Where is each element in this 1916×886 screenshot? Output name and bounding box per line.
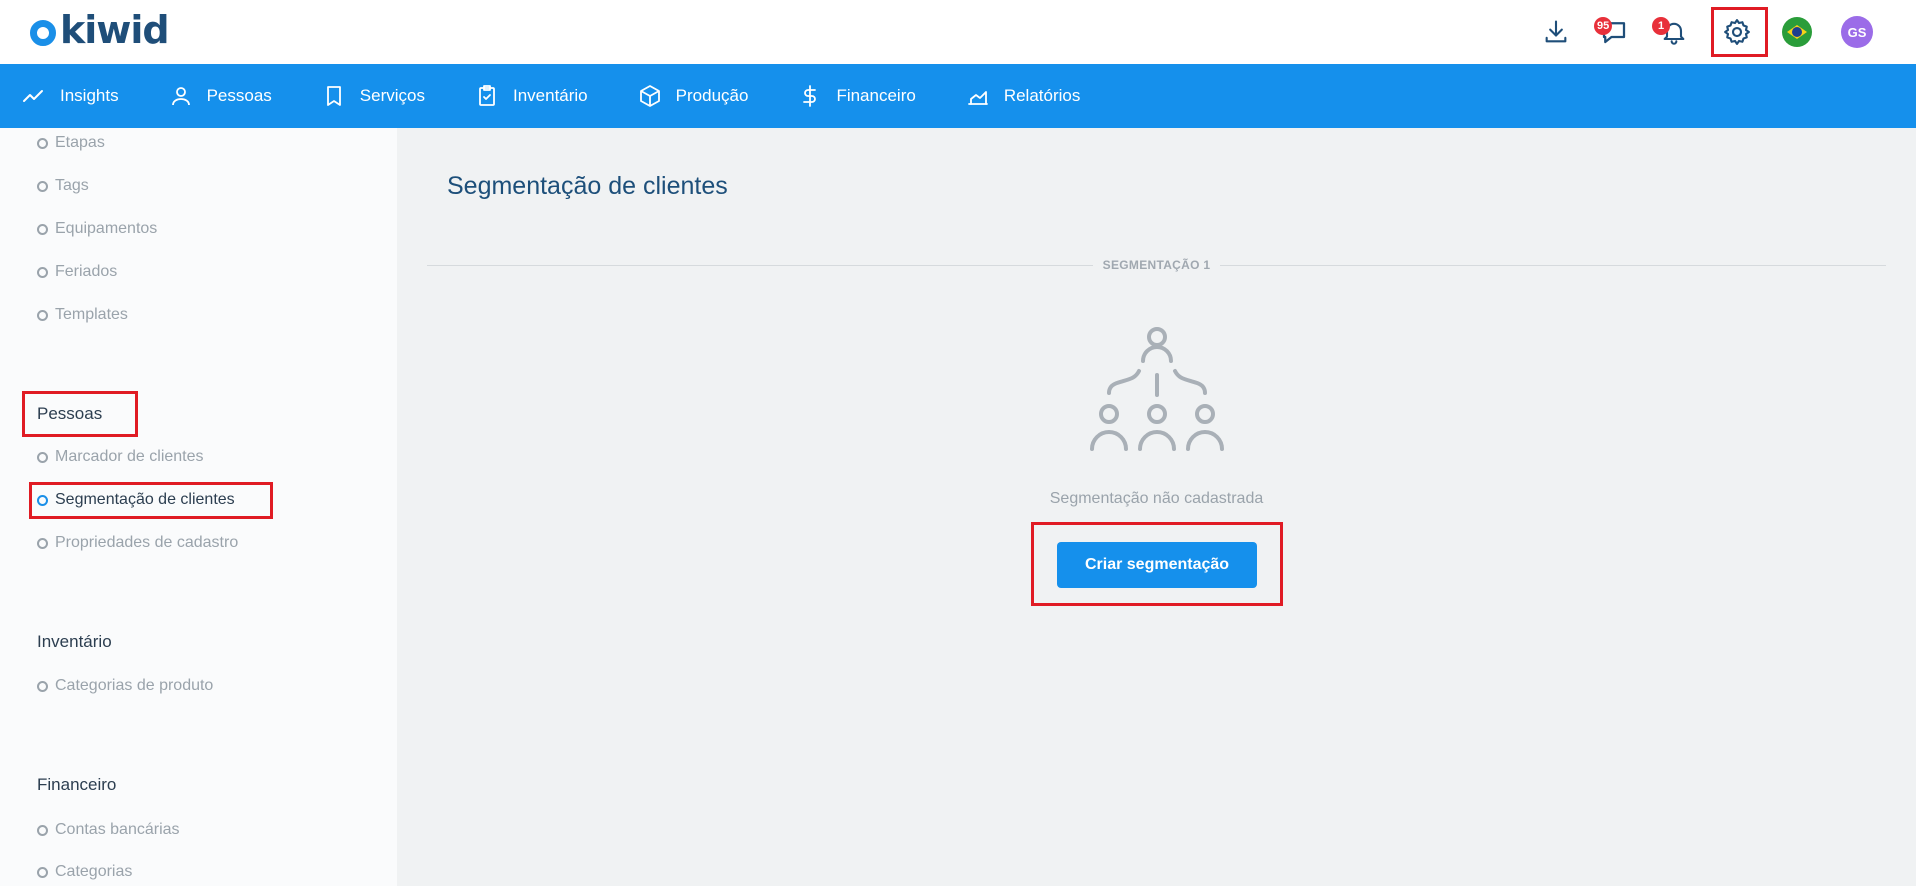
bullet-icon (37, 537, 48, 549)
sidebar-item-label: Feriados (55, 263, 118, 280)
sidebar-item-tags[interactable]: Tags (37, 175, 89, 197)
highlight-segmentacao (29, 482, 273, 519)
sidebar-item-templates[interactable]: Templates (37, 304, 128, 326)
nav-label: Serviços (359, 86, 425, 105)
nav-label: Pessoas (206, 86, 272, 105)
nav-item-relatorios[interactable]: Relatórios (966, 64, 1081, 128)
box-icon (639, 85, 660, 107)
sidebar-item-label: Templates (55, 306, 128, 323)
sidebar-item-label: Tags (55, 177, 89, 194)
bullet-icon (37, 266, 48, 278)
bullet-icon (37, 680, 48, 692)
highlight-pessoas (22, 391, 138, 437)
bullet-icon (37, 866, 48, 878)
nav-label: Financeiro (836, 86, 916, 105)
sidebar-item-label: Etapas (55, 134, 105, 151)
avatar-initials: GS (1841, 16, 1873, 48)
sidebar-item-contas-bancarias[interactable]: Contas bancárias (37, 819, 180, 841)
sidebar-item-feriados[interactable]: Feriados (37, 261, 117, 283)
sidebar-item-label: Propriedades de cadastro (55, 534, 239, 551)
sidebar-item-equipamentos[interactable]: Equipamentos (37, 218, 157, 240)
sidebar-item-etapas[interactable]: Etapas (37, 132, 105, 154)
divider-label: SEGMENTAÇÃO 1 (397, 256, 1916, 274)
bullet-icon (37, 451, 48, 463)
nav-label: Produção (675, 86, 749, 105)
kiwid-logo[interactable]: kiwid (30, 8, 170, 52)
sidebar-item-label: Contas bancárias (55, 821, 180, 838)
sidebar-item-categorias-de-produto[interactable]: Categorias de produto (37, 675, 213, 697)
download-icon[interactable] (1538, 14, 1574, 50)
chart-icon (967, 91, 988, 105)
sidebar-heading-financeiro: Financeiro (37, 775, 117, 794)
sidebar-heading-inventario: Inventário (37, 632, 112, 651)
nav-item-servicos[interactable]: Serviços (322, 64, 425, 128)
bookmark-icon (326, 86, 341, 106)
top-bar: kiwid 95 1 GS (0, 0, 1916, 64)
flag-brazil-icon[interactable] (1779, 14, 1815, 50)
sidebar-item-label: Categorias de produto (55, 677, 214, 694)
avatar[interactable]: GS (1839, 14, 1875, 50)
sidebar-item-categorias[interactable]: Categorias (37, 861, 132, 883)
nav-label: Insights (60, 86, 119, 105)
hierarchy-icon (1087, 323, 1227, 468)
sidebar-item-propriedades-de-cadastro[interactable]: Propriedades de cadastro (37, 532, 238, 554)
nav-item-financeiro[interactable]: Financeiro (798, 64, 916, 128)
divider-label-text: SEGMENTAÇÃO 1 (1092, 258, 1221, 272)
sidebar-item-label: Marcador de clientes (55, 448, 204, 465)
logo-mark (30, 20, 56, 46)
empty-state-message: Segmentação não cadastrada (1049, 490, 1264, 507)
bullet-icon (37, 824, 48, 836)
nav-item-insights[interactable]: Insights (22, 64, 119, 128)
highlight-settings (1711, 7, 1768, 57)
bullet-icon (37, 137, 48, 149)
main-content: Segmentação de clientes SEGMENTAÇÃO 1 Se… (397, 128, 1916, 886)
bell-badge: 1 (1652, 17, 1670, 35)
sidebar-item-label: Categorias (55, 863, 133, 880)
page-title: Segmentação de clientes (447, 172, 728, 200)
highlight-create-button (1031, 522, 1283, 606)
logo-text: kiwid (60, 8, 170, 52)
nav-item-inventario[interactable]: Inventário (475, 64, 588, 128)
bullet-icon (37, 223, 48, 235)
trend-icon (23, 90, 43, 102)
chat-icon[interactable]: 95 (1594, 14, 1632, 50)
nav-label: Relatórios (1003, 86, 1081, 105)
person-icon (171, 87, 190, 106)
main-nav: Insights Pessoas Serviços Inventário Pro… (0, 64, 1916, 128)
sidebar-item-label: Equipamentos (55, 220, 158, 237)
sidebar: Etapas Tags Equipamentos Feriados Templa… (0, 128, 397, 886)
nav-item-pessoas[interactable]: Pessoas (169, 64, 272, 128)
nav-label: Inventário (512, 86, 588, 105)
sidebar-item-marcador-de-clientes[interactable]: Marcador de clientes (37, 446, 204, 468)
bullet-icon (37, 180, 48, 192)
clipboard-icon (479, 85, 495, 106)
bullet-icon (37, 309, 48, 321)
dollar-icon (803, 85, 817, 107)
bell-icon[interactable]: 1 (1652, 14, 1692, 50)
nav-item-producao[interactable]: Produção (638, 64, 749, 128)
